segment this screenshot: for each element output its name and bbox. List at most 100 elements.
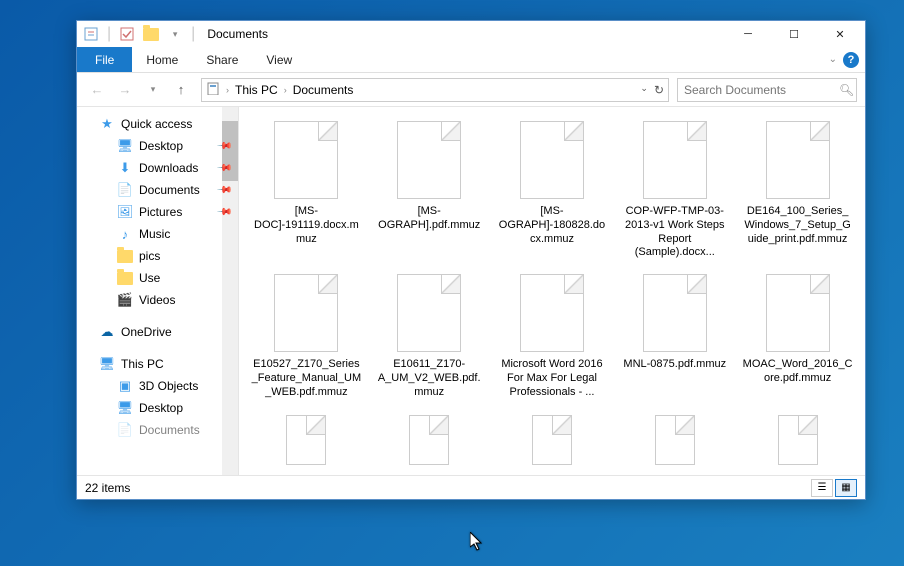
recent-dropdown[interactable]: ▾	[141, 78, 165, 102]
close-button[interactable]: ✕	[817, 21, 863, 47]
sidebar-item-label: Use	[139, 271, 160, 285]
dropdown-icon[interactable]: ▾	[167, 26, 183, 42]
sidebar-label: Quick access	[121, 117, 192, 131]
file-icon	[409, 415, 449, 465]
file-item-partial[interactable]	[493, 411, 612, 475]
checkbox-icon[interactable]	[119, 26, 135, 42]
file-icon	[520, 121, 584, 199]
help-icon[interactable]: ?	[843, 52, 859, 68]
sidebar-item-desktop[interactable]: 🖥Desktop📌	[77, 135, 238, 157]
tab-share[interactable]: Share	[192, 47, 252, 72]
ribbon-chevron-icon[interactable]: ⌄	[829, 54, 837, 65]
file-item[interactable]: Microsoft Word 2016 For Max For Legal Pr…	[493, 270, 612, 403]
sidebar-item-music[interactable]: ♪Music	[77, 223, 238, 245]
navigation-bar: ← → ▾ ↑ › This PC › Documents ⌄ ↻ 🔍︎	[77, 73, 865, 107]
explorer-window: | ▾ | Documents ─ ☐ ✕ File Home Share Vi…	[76, 20, 866, 500]
item-count: 22 items	[85, 481, 130, 495]
up-button[interactable]: ↑	[169, 78, 193, 102]
navigation-pane: ★ Quick access 🖥Desktop📌 ⬇Downloads📌 📄Do…	[77, 107, 239, 475]
tab-home[interactable]: Home	[132, 47, 192, 72]
sidebar-item-label: Videos	[139, 293, 175, 307]
file-item[interactable]: COP-WFP-TMP-03-2013-v1 Work Steps Report…	[615, 117, 734, 264]
sidebar-label: OneDrive	[121, 325, 172, 339]
mouse-cursor	[470, 532, 484, 552]
breadcrumb-thispc[interactable]: This PC	[235, 83, 278, 97]
desktop-icon: 🖥	[117, 138, 133, 154]
file-item[interactable]: E10527_Z170_Series_Feature_Manual_UM_WEB…	[247, 270, 366, 403]
file-icon	[274, 121, 338, 199]
sidebar-item-label: 3D Objects	[139, 379, 198, 393]
file-item[interactable]: DE164_100_Series_Windows_7_Setup_Guide_p…	[738, 117, 857, 264]
sidebar-item-label: Documents	[139, 423, 200, 437]
sidebar-item-3dobjects[interactable]: ▣3D Objects	[77, 375, 238, 397]
sidebar-quick-access[interactable]: ★ Quick access	[77, 113, 238, 135]
chevron-right-icon[interactable]: ›	[284, 85, 287, 95]
title-bar: | ▾ | Documents ─ ☐ ✕	[77, 21, 865, 47]
file-icon	[397, 274, 461, 352]
chevron-right-icon[interactable]: ›	[226, 85, 229, 95]
file-name: Microsoft Word 2016 For Max For Legal Pr…	[497, 358, 607, 399]
sidebar-onedrive[interactable]: ☁OneDrive	[77, 321, 238, 343]
sidebar-label: This PC	[121, 357, 164, 371]
search-icon[interactable]: 🔍︎	[839, 83, 854, 97]
videos-icon: 🎬	[117, 292, 133, 308]
icons-view-button[interactable]: ▦	[835, 479, 857, 497]
sidebar-item-desktop-pc[interactable]: 🖥 Desktop	[77, 397, 238, 419]
sidebar-item-label: Pictures	[139, 205, 182, 219]
file-item-partial[interactable]	[247, 411, 366, 475]
file-name: [MS-DOC]-191119.docx.mmuz	[251, 205, 361, 246]
sidebar-item-pics[interactable]: pics	[77, 245, 238, 267]
file-icon	[643, 274, 707, 352]
sidebar-thispc[interactable]: 🖥This PC	[77, 353, 238, 375]
refresh-icon[interactable]: ↻	[654, 83, 664, 97]
file-icon	[520, 274, 584, 352]
file-name: COP-WFP-TMP-03-2013-v1 Work Steps Report…	[620, 205, 730, 260]
file-list-pane[interactable]: [MS-DOC]-191119.docx.mmuz [MS-OGRAPH].pdf…	[239, 107, 865, 475]
sidebar-item-pictures[interactable]: 🖼Pictures📌	[77, 201, 238, 223]
breadcrumb-documents[interactable]: Documents	[293, 83, 354, 97]
file-icon	[643, 121, 707, 199]
back-button[interactable]: ←	[85, 78, 109, 102]
divider: |	[191, 25, 195, 43]
sidebar-item-label: Desktop	[139, 401, 183, 415]
maximize-button[interactable]: ☐	[771, 21, 817, 47]
sidebar-item-label: pics	[139, 249, 160, 263]
file-icon	[766, 121, 830, 199]
file-item[interactable]: MOAC_Word_2016_Core.pdf.mmuz	[738, 270, 857, 403]
file-name: E10611_Z170-A_UM_V2_WEB.pdf.mmuz	[374, 358, 484, 399]
sidebar-item-documents[interactable]: 📄Documents📌	[77, 179, 238, 201]
file-item-partial[interactable]	[615, 411, 734, 475]
desktop-icon: 🖥	[117, 400, 133, 416]
search-box[interactable]: 🔍︎	[677, 78, 857, 102]
file-name: [MS-OGRAPH].pdf.mmuz	[374, 205, 484, 233]
sidebar-item-downloads[interactable]: ⬇Downloads📌	[77, 157, 238, 179]
file-item-partial[interactable]	[738, 411, 857, 475]
minimize-button[interactable]: ─	[725, 21, 771, 47]
file-icon	[532, 415, 572, 465]
sidebar-item-use[interactable]: Use	[77, 267, 238, 289]
file-item-partial[interactable]	[370, 411, 489, 475]
details-view-button[interactable]: ☰	[811, 479, 833, 497]
file-tab[interactable]: File	[77, 47, 132, 72]
file-item[interactable]: [MS-OGRAPH].pdf.mmuz	[370, 117, 489, 264]
properties-icon[interactable]	[83, 26, 99, 42]
pictures-icon: 🖼	[117, 204, 133, 220]
window-title: Documents	[207, 27, 268, 41]
file-item[interactable]: [MS-OGRAPH]-180828.docx.mmuz	[493, 117, 612, 264]
file-icon	[778, 415, 818, 465]
tab-view[interactable]: View	[252, 47, 306, 72]
file-item[interactable]: MNL-0875.pdf.mmuz	[615, 270, 734, 403]
file-name: [MS-OGRAPH]-180828.docx.mmuz	[497, 205, 607, 246]
forward-button[interactable]: →	[113, 78, 137, 102]
file-item[interactable]: [MS-DOC]-191119.docx.mmuz	[247, 117, 366, 264]
search-input[interactable]	[684, 83, 839, 97]
address-bar[interactable]: › This PC › Documents ⌄ ↻	[201, 78, 669, 102]
sidebar-item-label: Downloads	[139, 161, 198, 175]
sidebar-item-label: Desktop	[139, 139, 183, 153]
sidebar-item-videos[interactable]: 🎬 Videos	[77, 289, 238, 311]
file-item[interactable]: E10611_Z170-A_UM_V2_WEB.pdf.mmuz	[370, 270, 489, 403]
file-icon	[766, 274, 830, 352]
address-dropdown-icon[interactable]: ⌄	[640, 83, 648, 97]
sidebar-item-documents-pc[interactable]: 📄Documents	[77, 419, 238, 441]
folder-icon[interactable]	[143, 26, 159, 42]
